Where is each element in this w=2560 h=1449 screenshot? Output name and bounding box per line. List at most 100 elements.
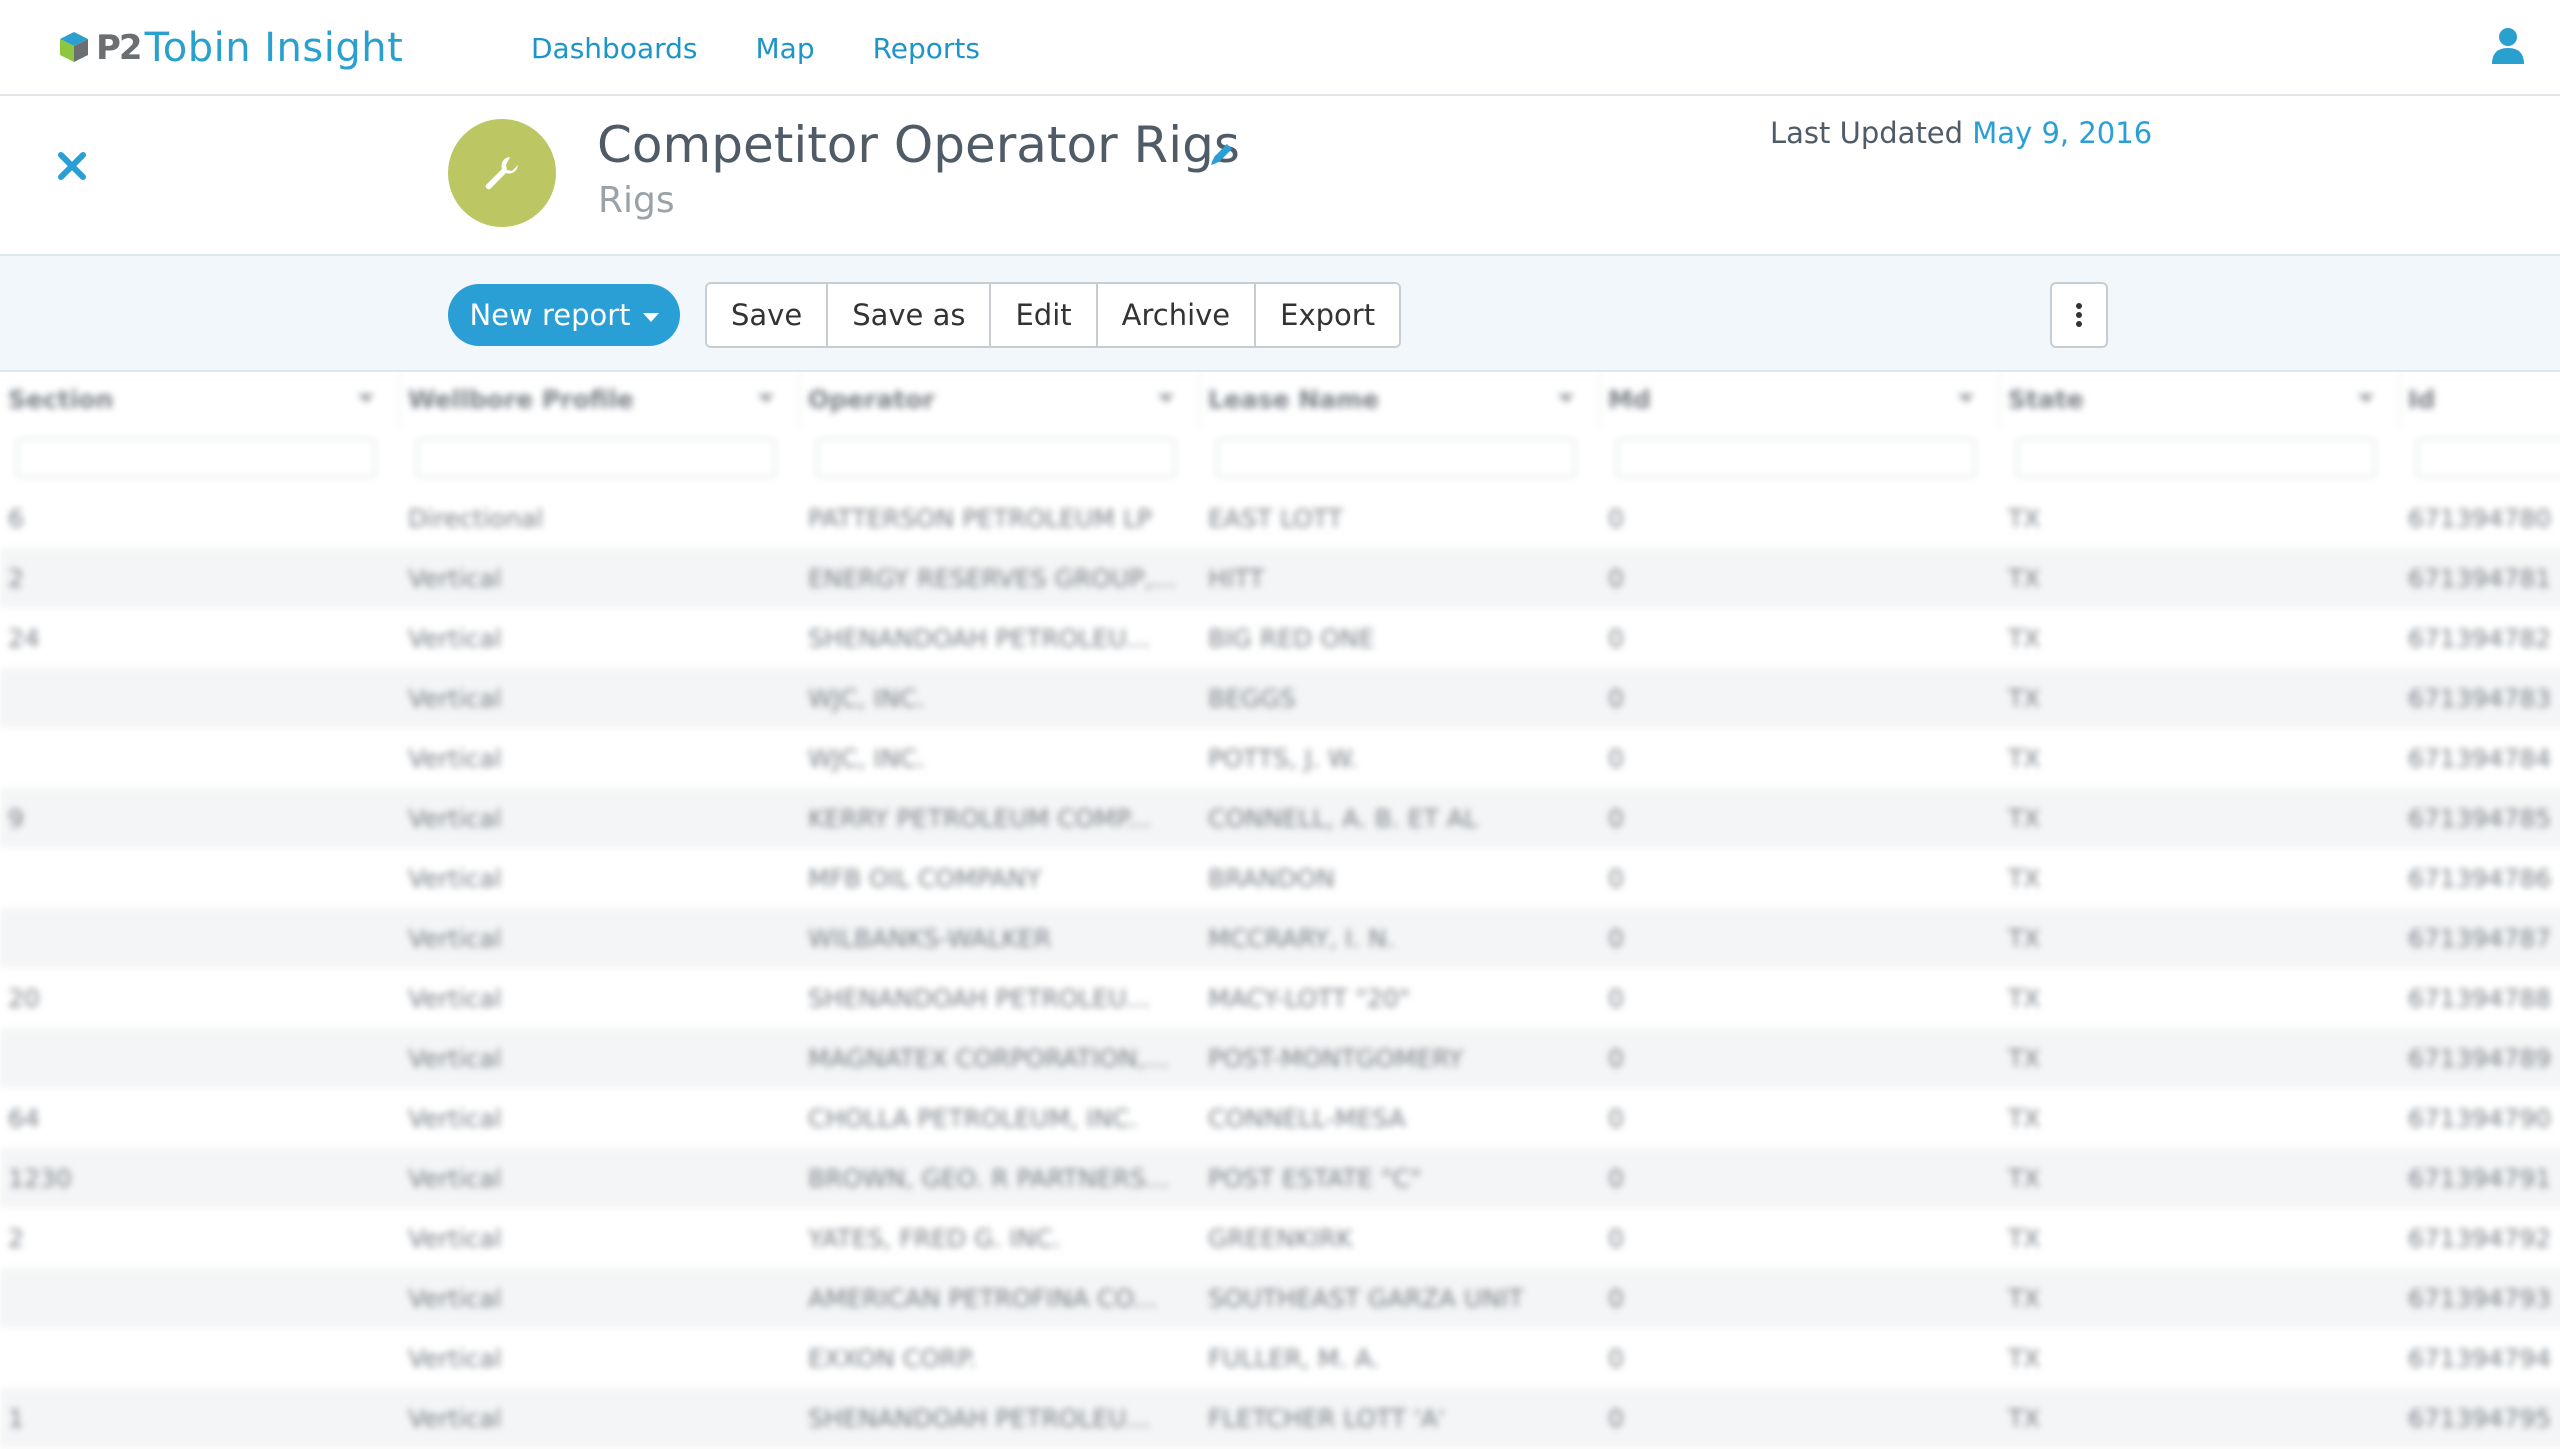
sort-caret-icon[interactable]: [758, 394, 774, 403]
table-cell: TX: [2008, 743, 2041, 773]
filter-input-md[interactable]: [1616, 438, 1976, 478]
table-row[interactable]: Vertical MAGNATEX CORPORATION,... POST-MON…: [0, 1028, 2560, 1088]
edit-button[interactable]: Edit: [991, 284, 1098, 346]
table-cell: 0: [1608, 803, 1624, 833]
table-row[interactable]: 1 Vertical SHENANDOAH PETROLEU... FLETCHER …: [0, 1388, 2560, 1448]
table-cell: 671394795: [2408, 1403, 2552, 1433]
table-row[interactable]: 6 Directional PATTERSON PETROLEUM LP EAST L…: [0, 488, 2560, 548]
column-header-label: Md: [1608, 385, 1651, 414]
table-cell: TX: [2008, 1283, 2041, 1313]
filter-input-lease-name[interactable]: [1216, 438, 1576, 478]
column-header-label: Operator: [808, 385, 935, 414]
pencil-icon[interactable]: [1206, 138, 1238, 170]
page-title: Competitor Operator Rigs: [597, 116, 1240, 174]
new-report-button[interactable]: New report: [448, 284, 680, 346]
table-cell: TX: [2008, 863, 2041, 893]
save-as-button[interactable]: Save as: [828, 284, 992, 346]
column-header-wellbore-profile[interactable]: Wellbore Profile: [400, 372, 800, 428]
sort-caret-icon[interactable]: [1558, 394, 1574, 403]
filter-input-operator[interactable]: [816, 438, 1176, 478]
table-row[interactable]: Vertical MFB OIL COMPANY BRANDON 0 TX 6713947…: [0, 848, 2560, 908]
export-button[interactable]: Export: [1256, 284, 1400, 346]
table-cell: MCCRARY, I. N.: [1208, 923, 1395, 953]
user-icon[interactable]: [2490, 26, 2526, 66]
sort-caret-icon[interactable]: [2358, 394, 2374, 403]
app-logo[interactable]: P2 Tobin Insight: [56, 20, 403, 76]
nav-map[interactable]: Map: [756, 26, 815, 72]
table-cell: 0: [1608, 1163, 1624, 1193]
column-header-operator[interactable]: Operator: [800, 372, 1200, 428]
nav-dashboards[interactable]: Dashboards: [531, 26, 698, 72]
filter-input-state[interactable]: [2016, 438, 2376, 478]
column-header-id[interactable]: Id: [2400, 372, 2560, 428]
table-cell: 671394786: [2408, 863, 2552, 893]
table-cell: TX: [2008, 1103, 2041, 1133]
filter-input-wellbore-profile[interactable]: [416, 438, 776, 478]
table-cell: 671394792: [2408, 1223, 2552, 1253]
archive-button[interactable]: Archive: [1097, 284, 1257, 346]
table-cell: 0: [1608, 1283, 1624, 1313]
table-row[interactable]: Vertical WJC, INC. BEGGS 0 TX 671394783: [0, 668, 2560, 728]
sort-caret-icon[interactable]: [1958, 394, 1974, 403]
nav-reports[interactable]: Reports: [873, 26, 980, 72]
last-updated-date[interactable]: May 9, 2016: [1972, 116, 2152, 150]
table-cell: 0: [1608, 1223, 1624, 1253]
column-header-section[interactable]: Section: [0, 372, 400, 428]
table-cell: POTTS, J. W.: [1208, 743, 1358, 773]
sort-caret-icon[interactable]: [358, 394, 374, 403]
report-avatar: [448, 119, 556, 227]
table-cell: 671394794: [2408, 1343, 2552, 1373]
table-cell: FLETCHER LOTT 'A': [1208, 1403, 1445, 1433]
column-header-state[interactable]: State: [2000, 372, 2400, 428]
table-cell: TX: [2008, 1343, 2041, 1373]
table-cell: BRANDON: [1208, 863, 1335, 893]
table-cell: GREENKIRK: [1208, 1223, 1353, 1253]
chevron-down-icon: [642, 312, 659, 322]
table-row[interactable]: 2 Vertical YATES, FRED G. INC. GREENKIRK 0 TX…: [0, 1208, 2560, 1268]
table-cell: Vertical: [408, 1343, 502, 1373]
table-cell: Vertical: [408, 1223, 502, 1253]
table-cell: 0: [1608, 1343, 1624, 1373]
table-row[interactable]: 2 Vertical ENERGY RESERVES GROUP,... HITT 0 T…: [0, 548, 2560, 608]
table-row[interactable]: Vertical AMERICAN PETROFINA CO... SOUTHEAS…: [0, 1268, 2560, 1328]
logo-cube-icon: [60, 32, 88, 62]
table-cell: TX: [2008, 683, 2041, 713]
table-cell: MAGNATEX CORPORATION,...: [808, 1043, 1170, 1073]
table-cell: EAST LOTT: [1208, 503, 1343, 533]
table-row[interactable]: Vertical WILBANKS-WALKER MCCRARY, I. N. 0 TX…: [0, 908, 2560, 968]
grid-body: 6 Directional PATTERSON PETROLEUM LP EAST L…: [0, 488, 2560, 1448]
filter-input-id[interactable]: [2416, 438, 2560, 478]
table-row[interactable]: 1230 Vertical BROWN, GEO. R PARTNERS... POS…: [0, 1148, 2560, 1208]
table-row[interactable]: 64 Vertical CHOLLA PETROLEUM, INC. CONNELL-…: [0, 1088, 2560, 1148]
table-cell: Directional: [408, 503, 544, 533]
column-header-md[interactable]: Md: [1600, 372, 2000, 428]
sort-caret-icon[interactable]: [1158, 394, 1174, 403]
table-cell: Vertical: [408, 1283, 502, 1313]
table-cell: 671394787: [2408, 923, 2552, 953]
table-cell: 64: [8, 1103, 40, 1133]
save-button[interactable]: Save: [707, 284, 829, 346]
top-navbar: P2 Tobin Insight Dashboards Map Reports: [0, 0, 2560, 96]
new-report-label: New report: [469, 298, 631, 332]
table-cell: Vertical: [408, 1163, 502, 1193]
table-cell: SOUTHEAST GARZA UNIT: [1208, 1283, 1524, 1313]
report-header: Competitor Operator Rigs Rigs Last Updat…: [0, 96, 2560, 256]
table-row[interactable]: 9 Vertical KERRY PETROLEUM COMP... CONNELL,…: [0, 788, 2560, 848]
table-row[interactable]: 24 Vertical SHENANDOAH PETROLEU... BIG RED …: [0, 608, 2560, 668]
table-cell: 9: [8, 803, 24, 833]
table-row[interactable]: Vertical EXXON CORP. FULLER, M. A. 0 TX 67139…: [0, 1328, 2560, 1388]
table-cell: HITT: [1208, 563, 1265, 593]
report-actions-group: Save Save as Edit Archive Export: [705, 282, 1402, 348]
more-options-button[interactable]: [2050, 282, 2108, 348]
table-cell: 671394780: [2408, 503, 2552, 533]
table-row[interactable]: 20 Vertical SHENANDOAH PETROLEU... MACY-LOT…: [0, 968, 2560, 1028]
table-cell: 671394793: [2408, 1283, 2552, 1313]
close-icon[interactable]: [54, 148, 90, 184]
table-row[interactable]: Vertical WJC, INC. POTTS, J. W. 0 TX 67139478…: [0, 728, 2560, 788]
table-cell: BIG RED ONE: [1208, 623, 1375, 653]
table-cell: CONNELL, A. B. ET AL: [1208, 803, 1478, 833]
table-cell: 0: [1608, 983, 1624, 1013]
table-cell: CHOLLA PETROLEUM, INC.: [808, 1103, 1138, 1133]
filter-input-section[interactable]: [16, 438, 376, 478]
column-header-lease-name[interactable]: Lease Name: [1200, 372, 1600, 428]
